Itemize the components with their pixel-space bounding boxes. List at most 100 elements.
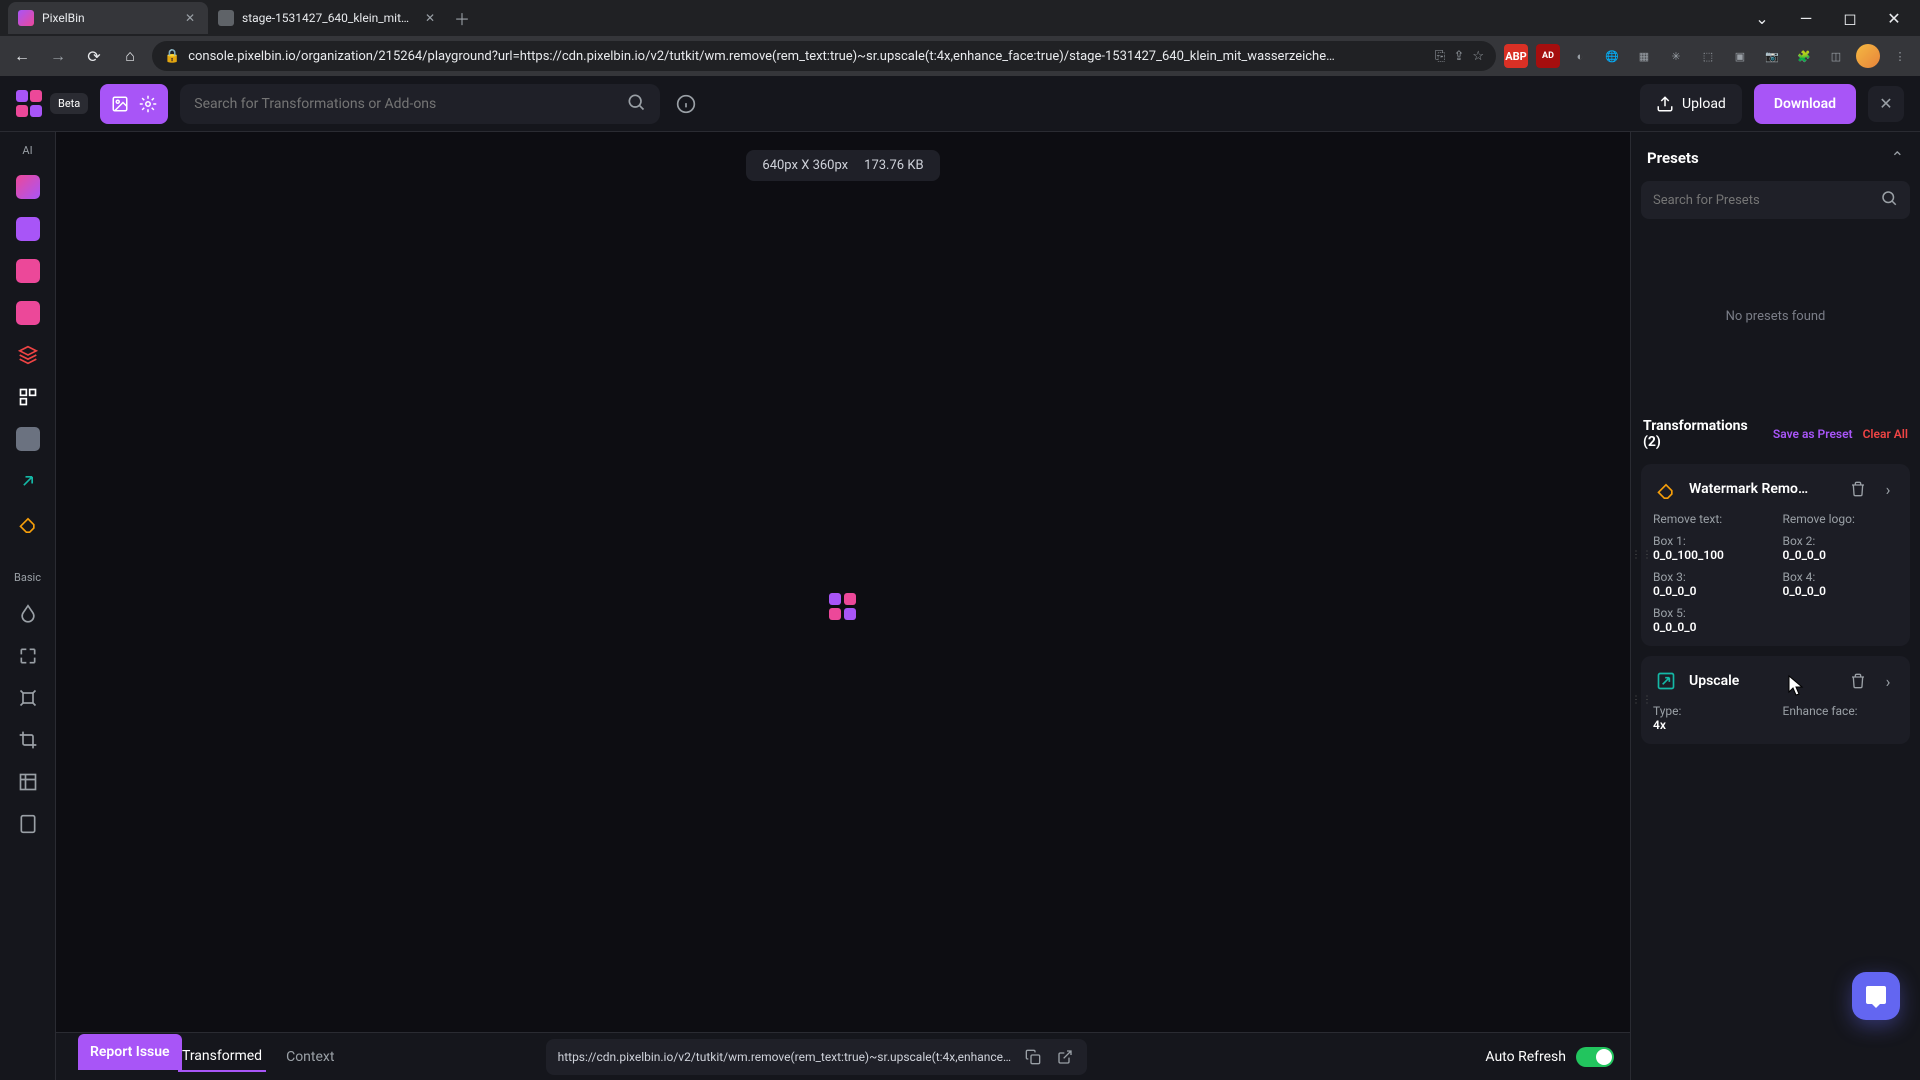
browser-chrome: PixelBin ✕ stage-1531427_640_klein_mit_w… <box>0 0 1920 76</box>
rail-tool-layers[interactable] <box>10 337 46 373</box>
loading-spinner-icon <box>829 593 857 621</box>
rail-tool-erase[interactable] <box>10 169 46 205</box>
sidepanel-icon[interactable]: ◫ <box>1824 44 1848 68</box>
profile-avatar[interactable] <box>1856 44 1880 68</box>
extension-icon[interactable]: ▣ <box>1728 44 1752 68</box>
preset-search[interactable] <box>1641 181 1910 219</box>
canvas-dimensions: 640px X 360px <box>762 158 848 173</box>
mode-image-button[interactable] <box>106 90 134 118</box>
delete-icon[interactable] <box>1848 673 1868 689</box>
transformation-search[interactable] <box>180 84 660 124</box>
mode-settings-button[interactable] <box>134 90 162 118</box>
share-icon[interactable]: ⇪ <box>1453 49 1464 64</box>
prop-label: Remove logo: <box>1783 512 1899 526</box>
rail-tool-format[interactable] <box>10 806 46 842</box>
puzzle-icon[interactable]: 🧩 <box>1792 44 1816 68</box>
drag-handle-icon[interactable]: ⋮⋮ <box>1631 550 1653 561</box>
transformation-card-watermark[interactable]: ⋮⋮ Watermark Remo… › Remove text: Remove… <box>1641 464 1910 646</box>
translate-icon[interactable]: ⎘ <box>1435 49 1445 64</box>
rail-tool-crop[interactable] <box>10 722 46 758</box>
tab-context[interactable]: Context <box>282 1043 338 1071</box>
close-icon[interactable]: ✕ <box>182 10 198 26</box>
download-button[interactable]: Download <box>1754 84 1856 124</box>
report-issue-button[interactable]: Report Issue <box>78 1034 182 1070</box>
output-url-text: https://cdn.pixelbin.io/v2/tutkit/wm.rem… <box>558 1050 1011 1064</box>
close-icon[interactable]: ✕ <box>422 10 438 26</box>
rail-tool-gallery[interactable] <box>10 379 46 415</box>
browser-tab-active[interactable]: PixelBin ✕ <box>8 2 208 34</box>
rail-tool-image[interactable] <box>10 211 46 247</box>
upload-icon <box>1656 95 1674 113</box>
tab-transformed[interactable]: Transformed <box>178 1042 266 1072</box>
delete-icon[interactable] <box>1848 481 1868 497</box>
app-toolbar: Beta Upload Download ✕ <box>0 76 1920 132</box>
rail-heading-ai: AI <box>22 144 32 157</box>
search-icon[interactable] <box>1880 189 1898 211</box>
info-button[interactable] <box>672 90 700 118</box>
upload-button[interactable]: Upload <box>1640 84 1742 124</box>
maximize-icon[interactable]: ◻ <box>1832 4 1868 32</box>
mode-toggle <box>100 84 168 124</box>
auto-refresh-toggle[interactable] <box>1576 1047 1614 1067</box>
presets-header[interactable]: Presets ⌃ <box>1641 144 1910 171</box>
extension-icon[interactable]: ▦ <box>1632 44 1656 68</box>
auto-refresh-label: Auto Refresh <box>1485 1049 1566 1065</box>
rail-tool-blur[interactable] <box>10 596 46 632</box>
rail-tool-upscale[interactable] <box>10 463 46 499</box>
search-icon[interactable] <box>626 92 646 116</box>
eraser-icon <box>1653 476 1679 502</box>
new-tab-button[interactable]: ＋ <box>448 4 476 32</box>
prop-label: Box 5: <box>1653 606 1769 620</box>
minimize-icon[interactable]: — <box>1788 4 1824 32</box>
presets-title: Presets <box>1647 149 1699 167</box>
reload-button[interactable]: ⟳ <box>80 42 108 70</box>
rail-tool-resize[interactable] <box>10 764 46 800</box>
erase-icon <box>16 175 40 199</box>
extension-icon[interactable]: ◐ <box>1568 44 1592 68</box>
car-icon <box>16 259 40 283</box>
close-window-icon[interactable]: ✕ <box>1876 4 1912 32</box>
rail-tool-compress[interactable] <box>10 638 46 674</box>
url-bar[interactable]: 🔒 console.pixelbin.io/organization/21526… <box>152 41 1496 71</box>
star-icon[interactable]: ☆ <box>1472 49 1484 64</box>
extend-icon <box>18 688 38 708</box>
clear-all-link[interactable]: Clear All <box>1863 427 1908 441</box>
close-panel-button[interactable]: ✕ <box>1868 86 1904 122</box>
rail-tool-watermark[interactable] <box>10 505 46 541</box>
extension-icon[interactable]: ✳ <box>1664 44 1688 68</box>
camera-icon[interactable]: 📷 <box>1760 44 1784 68</box>
extension-icon[interactable]: ⬚ <box>1696 44 1720 68</box>
left-rail: AI Basic <box>0 132 56 1080</box>
kebab-menu-icon[interactable]: ⋮ <box>1888 44 1912 68</box>
copy-icon[interactable] <box>1023 1047 1043 1067</box>
rail-tool-car[interactable] <box>10 253 46 289</box>
open-external-icon[interactable] <box>1055 1047 1075 1067</box>
browser-tabs-row: PixelBin ✕ stage-1531427_640_klein_mit_w… <box>0 0 1920 36</box>
search-input[interactable] <box>194 96 616 112</box>
rail-tool-extend[interactable] <box>10 680 46 716</box>
prop-value: 0_0_100_100 <box>1653 548 1769 562</box>
canvas-info-pill: 640px X 360px 173.76 KB <box>746 150 939 181</box>
rail-tool-face[interactable] <box>10 295 46 331</box>
app-logo[interactable]: Beta <box>16 90 88 118</box>
adblock-extension-icon[interactable]: AD <box>1536 44 1560 68</box>
chat-support-button[interactable] <box>1852 972 1900 1020</box>
rail-tool-ai[interactable] <box>10 421 46 457</box>
home-button[interactable]: ⌂ <box>116 42 144 70</box>
transformation-props: Remove text: Remove logo: Box 1:0_0_100_… <box>1653 512 1898 634</box>
drag-handle-icon[interactable]: ⋮⋮ <box>1631 695 1653 706</box>
back-button[interactable]: ← <box>8 42 36 70</box>
file-icon <box>18 814 38 834</box>
forward-button[interactable]: → <box>44 42 72 70</box>
chevron-right-icon[interactable]: › <box>1878 672 1898 691</box>
abp-extension-icon[interactable]: ABP <box>1504 44 1528 68</box>
chevron-up-icon[interactable]: ⌃ <box>1891 148 1904 167</box>
upscale-icon <box>1653 668 1679 694</box>
browser-tab[interactable]: stage-1531427_640_klein_mit_w… ✕ <box>208 2 448 34</box>
save-as-preset-link[interactable]: Save as Preset <box>1773 427 1853 441</box>
chevron-down-icon[interactable]: ⌄ <box>1744 4 1780 32</box>
globe-icon[interactable]: 🌐 <box>1600 44 1624 68</box>
chevron-right-icon[interactable]: › <box>1878 480 1898 499</box>
preset-search-input[interactable] <box>1653 193 1880 208</box>
transformation-card-upscale[interactable]: ⋮⋮ Upscale › Type:4x Enhance face: <box>1641 656 1910 744</box>
